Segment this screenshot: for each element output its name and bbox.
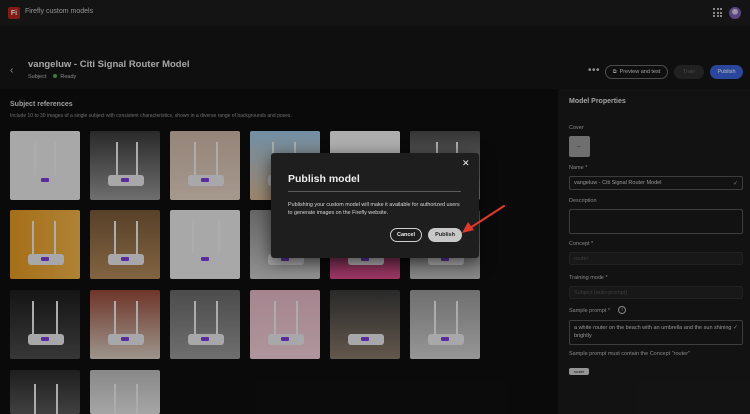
annotation-arrow-icon <box>462 205 505 233</box>
